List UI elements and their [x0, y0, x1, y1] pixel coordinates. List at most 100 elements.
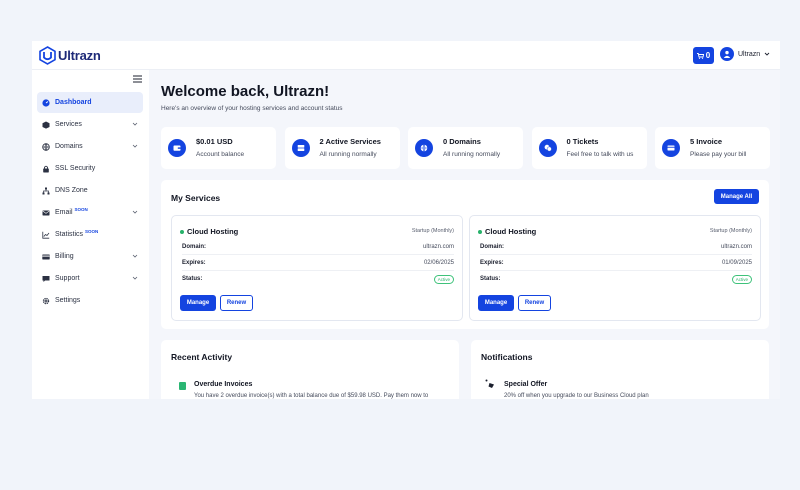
sidebar-item-label: Settings — [55, 297, 81, 304]
stat-description: Account balance — [196, 151, 245, 158]
expires-row: Expires: 02/06/2025 — [182, 256, 454, 271]
sidebar-item-label: Support — [55, 275, 80, 282]
tag-icon — [485, 379, 494, 388]
stat-title: 2 Active Services — [319, 137, 381, 146]
notification-item-text: 20% off when you upgrade to our Business… — [504, 393, 649, 399]
row-label: Expires: — [480, 260, 504, 266]
box-icon — [42, 121, 50, 129]
sidebar-item-settings[interactable]: Settings — [37, 290, 143, 311]
service-name[interactable]: Cloud Hosting — [485, 227, 536, 236]
manage-button[interactable]: Manage — [478, 295, 514, 311]
sidebar-nav: Dashboard Services Domains SSL Security DNS … — [37, 92, 143, 312]
activity-item-title[interactable]: Overdue Invoices — [194, 381, 252, 388]
sidebar-item-support[interactable]: Support — [37, 268, 143, 289]
sidebar-item-label: DNS Zone — [55, 187, 88, 194]
sidebar-item-label: Services — [55, 121, 82, 128]
sidebar-item-billing[interactable]: Billing — [37, 246, 143, 267]
domain-value: ultrazn.com — [422, 244, 454, 250]
user-name: Ultrazn — [738, 50, 761, 58]
stat-description: All running normally — [443, 151, 501, 158]
stat-description: All running normally — [319, 151, 377, 158]
stat-title: 5 Invoice — [690, 137, 723, 146]
sidebar: Dashboard Services Domains SSL Security DNS … — [32, 70, 149, 399]
row-label: Domain: — [182, 244, 206, 250]
recent-activity-title: Recent Activity — [171, 352, 233, 362]
sidebar-item-domains[interactable]: Domains — [37, 136, 143, 157]
globe-icon — [415, 139, 433, 157]
chevron-down-icon — [764, 52, 770, 56]
sidebar-item-services[interactable]: Services — [37, 114, 143, 135]
activity-item-text: You have 2 overdue invoice(s) with a tot… — [194, 393, 429, 399]
service-card: Cloud Hosting Startup (Monthly) Domain: ult… — [171, 215, 463, 321]
status-badge: Active — [433, 275, 454, 284]
sidebar-item-email[interactable]: Email SOON — [37, 202, 143, 223]
stat-card[interactable]: 0 Tickets Feel free to talk with us — [531, 127, 647, 169]
sidebar-item-statistics[interactable]: Statistics SOON — [37, 224, 143, 245]
status-badge: Active — [731, 275, 752, 284]
app-window: Ultrazn 0 Ultrazn Dashboard Services Domai… — [32, 41, 780, 399]
chart-icon — [42, 231, 50, 239]
user-icon — [723, 50, 731, 58]
top-bar: Ultrazn 0 Ultrazn — [32, 41, 780, 70]
sidebar-item-label: Email — [55, 209, 73, 216]
lock-icon — [42, 165, 50, 173]
cart-button[interactable]: 0 — [693, 47, 714, 64]
manage-button[interactable]: Manage — [180, 295, 216, 311]
soon-badge: SOON — [85, 229, 99, 234]
page-subtitle: Here's an overview of your hosting servi… — [161, 105, 343, 112]
row-label: Status: — [182, 276, 203, 282]
renew-button[interactable]: Renew — [220, 295, 253, 311]
brand-logo[interactable]: Ultrazn — [39, 46, 101, 65]
chat-icon — [538, 139, 557, 157]
server-icon — [291, 139, 310, 157]
chevron-down-icon — [132, 122, 138, 126]
chevron-down-icon — [132, 276, 138, 280]
status-dot — [478, 230, 482, 234]
sidebar-item-label: Statistics — [55, 231, 84, 238]
notifications-title: Notifications — [481, 352, 533, 362]
my-services-title: My Services — [171, 193, 221, 203]
sidebar-item-label: Dashboard — [55, 99, 92, 106]
cart-icon — [696, 52, 704, 59]
my-services-panel: My Services Manage All Cloud Hosting Star… — [161, 180, 769, 329]
service-card: Cloud Hosting Startup (Monthly) Domain: ult… — [469, 215, 761, 321]
renew-button[interactable]: Renew — [518, 295, 551, 311]
cart-count: 0 — [705, 51, 711, 60]
recent-activity-panel: Recent Activity Overdue Invoices You hav… — [161, 340, 459, 399]
stat-card[interactable]: 5 Invoice Please pay your bill — [655, 127, 770, 169]
service-plan: Startup (Monthly) — [709, 228, 752, 234]
manage-all-button[interactable]: Manage All — [714, 189, 759, 204]
sidebar-item-label: SSL Security — [55, 165, 96, 172]
logo-icon — [39, 46, 56, 65]
stat-card[interactable]: 0 Domains All running normally — [408, 127, 523, 169]
invoice-icon — [662, 139, 680, 157]
page-title: Welcome back, Ultrazn! — [161, 83, 330, 100]
service-name[interactable]: Cloud Hosting — [187, 227, 238, 236]
domain-row: Domain: ultrazn.com — [480, 240, 752, 255]
card-icon — [42, 253, 50, 261]
stat-card[interactable]: 2 Active Services All running normally — [284, 127, 400, 169]
stat-card[interactable]: $0.01 USD Account balance — [161, 127, 276, 169]
menu-toggle-icon[interactable] — [133, 75, 142, 83]
domain-row: Domain: ultrazn.com — [182, 240, 454, 255]
expires-value: 02/06/2025 — [423, 260, 454, 266]
notification-item-title[interactable]: Special Offer — [504, 381, 547, 388]
sidebar-item-label: Domains — [55, 143, 83, 150]
mail-icon — [42, 209, 50, 217]
row-label: Status: — [480, 276, 501, 282]
sidebar-item-dashboard[interactable]: Dashboard — [37, 92, 143, 113]
row-label: Expires: — [182, 260, 206, 266]
brand-name: Ultrazn — [58, 48, 101, 63]
sidebar-item-dns-zone[interactable]: DNS Zone — [37, 180, 143, 201]
sidebar-item-ssl-security[interactable]: SSL Security — [37, 158, 143, 179]
row-label: Domain: — [480, 244, 504, 250]
stat-title: $0.01 USD — [196, 137, 233, 146]
user-menu[interactable]: Ultrazn — [720, 47, 770, 61]
status-row: Status: Active — [182, 272, 454, 287]
wallet-icon — [168, 139, 186, 157]
dashboard-icon — [42, 98, 50, 107]
chat-icon — [42, 275, 50, 283]
avatar — [720, 47, 734, 61]
chevron-down-icon — [132, 254, 138, 258]
service-plan: Startup (Monthly) — [411, 228, 454, 234]
